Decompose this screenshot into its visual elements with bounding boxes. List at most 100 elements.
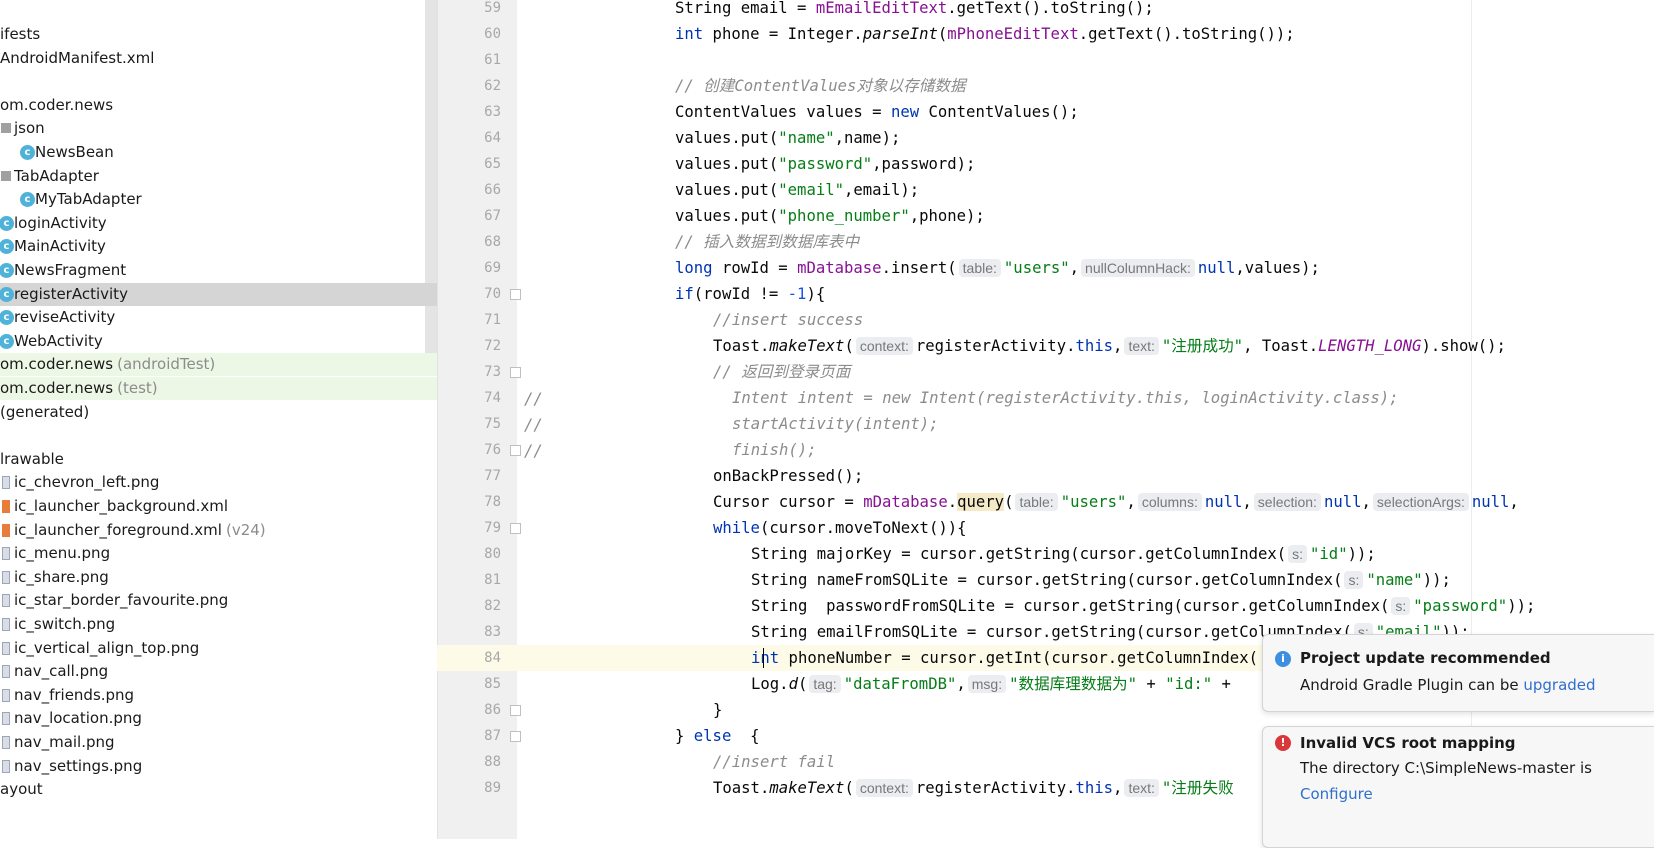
tree-item[interactable]: c loginActivity	[0, 212, 437, 235]
tree-item[interactable]: (generated)	[0, 401, 437, 424]
line-number[interactable]: 79	[437, 515, 501, 541]
code-line-86: }	[713, 701, 723, 719]
notification-vcs-mapping[interactable]: ! Invalid VCS root mapping The directory…	[1262, 726, 1654, 848]
line-number[interactable]: 71	[437, 307, 501, 333]
line-number[interactable]: 83	[437, 619, 501, 645]
tree-item[interactable]: c MainActivity	[0, 235, 437, 258]
fold-marker[interactable]	[510, 731, 521, 742]
line-number[interactable]: 82	[437, 593, 501, 619]
code-line-85: Log.d(tag: "dataFromDB", msg: "数据库理数据为" + "…	[751, 675, 1231, 693]
line-number[interactable]: 87	[437, 723, 501, 749]
line-number[interactable]: 65	[437, 151, 501, 177]
tree-item[interactable]: ic_star_border_favourite.png	[0, 589, 437, 612]
line-number[interactable]: 59	[437, 0, 501, 21]
line-number[interactable]: 88	[437, 749, 501, 775]
tree-item[interactable]: c NewsFragment	[0, 259, 437, 282]
code-line-82: String passwordFromSQLite = cursor.getSt…	[751, 597, 1536, 615]
line-number[interactable]: 64	[437, 125, 501, 151]
tree-item[interactable]: c NewsBean	[0, 141, 437, 164]
tree-item[interactable]: ic_chevron_left.png	[0, 471, 437, 494]
tree-item-label: ayout	[0, 780, 43, 799]
line-number[interactable]: 80	[437, 541, 501, 567]
tree-item[interactable]: om.coder.news (androidTest)	[0, 353, 437, 377]
tree-item[interactable]: c WebActivity	[0, 330, 437, 353]
line-number[interactable]: 81	[437, 567, 501, 593]
tree-item[interactable]: ic_vertical_align_top.png	[0, 637, 437, 660]
class-icon: c	[0, 333, 14, 349]
fold-marker[interactable]	[510, 367, 521, 378]
comment-marker: //	[524, 416, 543, 434]
line-number[interactable]: 86	[437, 697, 501, 723]
tree-item-label: ic_switch.png	[14, 615, 116, 633]
class-icon: c	[0, 215, 14, 231]
tree-item[interactable]: om.coder.news	[0, 94, 437, 117]
png-file-icon	[2, 688, 10, 702]
tree-item[interactable]: ayout	[0, 778, 437, 801]
line-number[interactable]: 60	[437, 21, 501, 47]
tree-item-label: nav_settings.png	[14, 756, 143, 775]
tree-item[interactable]: ic_launcher_background.xml	[0, 495, 437, 518]
code-line-59: String email = mEmailEditText.getText().…	[675, 0, 1154, 17]
line-number[interactable]: 76	[437, 437, 501, 463]
tree-item[interactable]: json	[0, 117, 437, 140]
fold-marker[interactable]	[510, 523, 521, 534]
notification-title: Invalid VCS root mapping	[1300, 734, 1516, 752]
tree-item[interactable]: ic_switch.png	[0, 613, 437, 636]
line-number[interactable]: 74	[437, 385, 501, 411]
fold-marker[interactable]	[510, 705, 521, 716]
line-number[interactable]: 73	[437, 359, 501, 385]
tree-item[interactable]: nav_mail.png	[0, 731, 437, 754]
line-number[interactable]: 72	[437, 333, 501, 359]
line-number[interactable]: 62	[437, 73, 501, 99]
line-number[interactable]: 61	[437, 47, 501, 73]
tree-item[interactable]: TabAdapter	[0, 165, 437, 188]
tree-item[interactable]: nav_friends.png	[0, 684, 437, 707]
tree-item[interactable]: ic_share.png	[0, 566, 437, 589]
tree-item-suffix: (androidTest)	[117, 355, 216, 374]
tree-item-label: NewsBean	[35, 143, 114, 161]
tree-item[interactable]: ic_menu.png	[0, 542, 437, 565]
code-line-62: // 创建ContentValues对象以存储数据	[675, 77, 966, 95]
line-number[interactable]: 89	[437, 775, 501, 801]
tree-item-label: MainActivity	[14, 237, 106, 256]
tree-item[interactable]: c reviseActivity	[0, 306, 437, 329]
code-line-78: Cursor cursor = mDatabase.query(table: "u…	[713, 493, 1519, 511]
tree-item[interactable]: lrawable	[0, 448, 437, 471]
code-line-79: while(cursor.moveToNext()){	[713, 519, 967, 537]
line-number[interactable]: 85	[437, 671, 501, 697]
tree-item[interactable]: ifests	[0, 23, 437, 46]
fold-marker[interactable]	[510, 289, 521, 300]
tree-item[interactable]	[0, 70, 437, 93]
png-file-icon	[2, 665, 10, 679]
line-number[interactable]: 78	[437, 489, 501, 515]
tree-item[interactable]	[0, 424, 437, 447]
param-hint: tag:	[809, 675, 841, 693]
line-number[interactable]: 70	[437, 281, 501, 307]
line-number[interactable]: 69	[437, 255, 501, 281]
notification-project-update[interactable]: i Project update recommended Android Gra…	[1262, 634, 1654, 712]
tree-item[interactable]: om.coder.news (test)	[0, 377, 437, 400]
code-line-74: Intent intent = new Intent(registerActiv…	[732, 389, 1399, 407]
error-icon: !	[1275, 735, 1291, 751]
line-number[interactable]: 66	[437, 177, 501, 203]
tree-item[interactable]: nav_location.png	[0, 707, 437, 730]
upgrade-link[interactable]: upgraded	[1523, 676, 1595, 694]
tree-item[interactable]: c registerActivity	[0, 282, 437, 306]
tree-item[interactable]: c MyTabAdapter	[0, 188, 437, 211]
fold-marker[interactable]	[510, 445, 521, 456]
line-number[interactable]: 84	[437, 645, 501, 671]
line-number[interactable]: 63	[437, 99, 501, 125]
code-line-71: //insert success	[713, 311, 864, 329]
line-number[interactable]: 75	[437, 411, 501, 437]
configure-link[interactable]: Configure	[1300, 785, 1373, 803]
param-hint: table:	[1015, 493, 1058, 511]
line-number[interactable]: 68	[437, 229, 501, 255]
line-number[interactable]: 67	[437, 203, 501, 229]
tree-item[interactable]: AndroidManifest.xml	[0, 47, 437, 70]
code-line-60: int phone = Integer.parseInt(mPhoneEditT…	[675, 25, 1295, 43]
tree-item[interactable]: nav_call.png	[0, 660, 437, 683]
line-number[interactable]: 77	[437, 463, 501, 489]
tree-item[interactable]: ic_launcher_foreground.xml (v24)	[0, 519, 437, 542]
png-file-icon	[2, 594, 10, 608]
tree-item[interactable]: nav_settings.png	[0, 755, 437, 778]
